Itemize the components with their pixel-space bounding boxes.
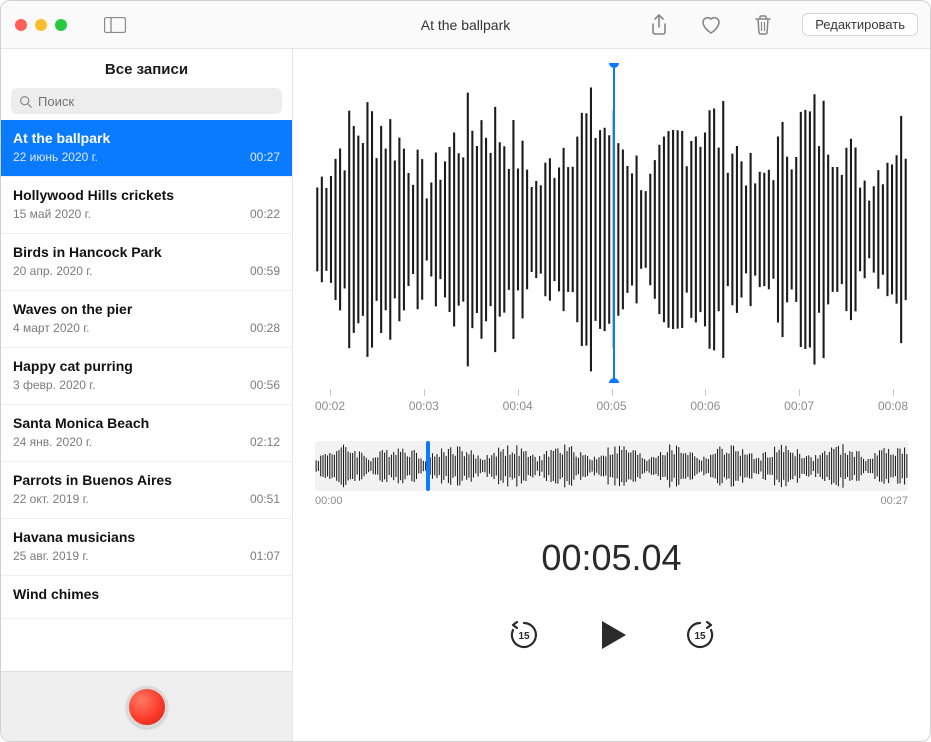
recording-item[interactable]: Wind chimes — [1, 576, 292, 619]
recording-meta: 15 май 2020 г. 00:22 — [13, 207, 280, 221]
recording-duration: 02:12 — [250, 435, 280, 449]
waveform-overview-svg — [315, 441, 908, 491]
recording-meta: 20 апр. 2020 г. 00:59 — [13, 264, 280, 278]
heart-icon — [700, 15, 722, 35]
ruler-tick: 00:04 — [503, 389, 533, 413]
sidebar: Все записи At the ballpark 22 июнь 2020 г… — [1, 49, 293, 741]
recording-duration: 00:28 — [250, 321, 280, 335]
recording-meta: 3 февр. 2020 г. 00:56 — [13, 378, 280, 392]
recording-date: 22 окт. 2019 г. — [13, 492, 89, 506]
recording-duration: 00:51 — [250, 492, 280, 506]
search-icon — [19, 95, 32, 108]
svg-text:15: 15 — [518, 631, 530, 642]
recording-meta: 22 окт. 2019 г. 00:51 — [13, 492, 280, 506]
playhead[interactable] — [613, 63, 615, 383]
share-button[interactable] — [646, 12, 672, 38]
waveform-detail-svg — [315, 63, 908, 383]
recording-duration: 01:07 — [250, 549, 280, 563]
sidebar-icon — [104, 17, 126, 33]
search-input[interactable] — [38, 94, 274, 109]
record-button[interactable] — [126, 686, 168, 728]
overview-end-label: 00:27 — [880, 495, 908, 507]
recording-item[interactable]: Happy cat purring 3 февр. 2020 г. 00:56 — [1, 348, 292, 405]
current-time-display: 00:05.04 — [293, 537, 930, 579]
play-button[interactable] — [592, 615, 632, 655]
recording-date: 3 февр. 2020 г. — [13, 378, 96, 392]
toggle-sidebar-button[interactable] — [101, 13, 129, 37]
recording-duration: 00:56 — [250, 378, 280, 392]
skip-forward-icon: 15 — [683, 618, 717, 652]
record-bar — [1, 671, 292, 741]
recording-date: 22 июнь 2020 г. — [13, 150, 98, 164]
ruler-tick: 00:06 — [690, 389, 720, 413]
recording-item[interactable]: Birds in Hancock Park 20 апр. 2020 г. 00:5… — [1, 234, 292, 291]
skip-back-icon: 15 — [507, 618, 541, 652]
skip-back-15-button[interactable]: 15 — [504, 615, 544, 655]
recording-name: Birds in Hancock Park — [13, 244, 280, 260]
time-ruler: 00:02 00:03 00:04 00:05 00:06 00:07 00:08 — [315, 389, 908, 413]
recording-name: Parrots in Buenos Aires — [13, 472, 280, 488]
play-icon — [594, 617, 630, 653]
share-icon — [650, 14, 668, 36]
ruler-tick: 00:02 — [315, 389, 345, 413]
favorite-button[interactable] — [698, 12, 724, 38]
recordings-list: At the ballpark 22 июнь 2020 г. 00:27 Holly… — [1, 120, 292, 671]
edit-button[interactable]: Редактировать — [802, 13, 918, 36]
recording-date: 15 май 2020 г. — [13, 207, 91, 221]
recording-meta: 22 июнь 2020 г. 00:27 — [13, 150, 280, 164]
app-window: At the ballpark Редактирова — [0, 0, 931, 742]
ruler-tick: 00:08 — [878, 389, 908, 413]
recording-date: 25 авг. 2019 г. — [13, 549, 89, 563]
toolbar-right: Редактировать — [646, 12, 930, 38]
recording-item[interactable]: Waves on the pier 4 март 2020 г. 00:28 — [1, 291, 292, 348]
recording-name: Happy cat purring — [13, 358, 280, 374]
minimize-window-button[interactable] — [35, 19, 47, 31]
recording-name: Wind chimes — [13, 586, 280, 602]
waveform-overview[interactable] — [315, 441, 908, 491]
recording-name: Havana musicians — [13, 529, 280, 545]
overview-playhead[interactable] — [426, 441, 430, 491]
recording-item[interactable]: At the ballpark 22 июнь 2020 г. 00:27 — [1, 120, 292, 177]
titlebar: At the ballpark Редактирова — [1, 1, 930, 49]
playback-controls: 15 15 — [293, 615, 930, 655]
traffic-lights — [1, 19, 67, 31]
ruler-tick: 00:05 — [596, 389, 626, 413]
maximize-window-button[interactable] — [55, 19, 67, 31]
search-field[interactable] — [11, 88, 282, 114]
sidebar-heading: Все записи — [1, 49, 292, 88]
skip-forward-15-button[interactable]: 15 — [680, 615, 720, 655]
detail-pane: 00:02 00:03 00:04 00:05 00:06 00:07 00:08 00:0… — [293, 49, 930, 741]
ruler-tick: 00:07 — [784, 389, 814, 413]
recording-name: Waves on the pier — [13, 301, 280, 317]
recording-meta: 24 янв. 2020 г. 02:12 — [13, 435, 280, 449]
recording-item[interactable]: Santa Monica Beach 24 янв. 2020 г. 02:12 — [1, 405, 292, 462]
recording-meta: 25 авг. 2019 г. 01:07 — [13, 549, 280, 563]
recording-item[interactable]: Hollywood Hills crickets 15 май 2020 г. 00… — [1, 177, 292, 234]
svg-text:15: 15 — [694, 631, 706, 642]
recording-duration: 00:27 — [250, 150, 280, 164]
delete-button[interactable] — [750, 12, 776, 38]
recording-meta: 4 март 2020 г. 00:28 — [13, 321, 280, 335]
close-window-button[interactable] — [15, 19, 27, 31]
recording-date: 20 апр. 2020 г. — [13, 264, 92, 278]
recording-duration: 00:22 — [250, 207, 280, 221]
recording-date: 4 март 2020 г. — [13, 321, 89, 335]
waveform-detail[interactable] — [315, 63, 908, 383]
recording-name: Santa Monica Beach — [13, 415, 280, 431]
recording-item[interactable]: Havana musicians 25 авг. 2019 г. 01:07 — [1, 519, 292, 576]
recording-duration: 00:59 — [250, 264, 280, 278]
recording-item[interactable]: Parrots in Buenos Aires 22 окт. 2019 г. 00… — [1, 462, 292, 519]
recording-name: Hollywood Hills crickets — [13, 187, 280, 203]
ruler-tick: 00:03 — [409, 389, 439, 413]
trash-icon — [754, 14, 772, 36]
recording-name: At the ballpark — [13, 130, 280, 146]
overview-start-label: 00:00 — [315, 495, 343, 507]
recording-date: 24 янв. 2020 г. — [13, 435, 92, 449]
